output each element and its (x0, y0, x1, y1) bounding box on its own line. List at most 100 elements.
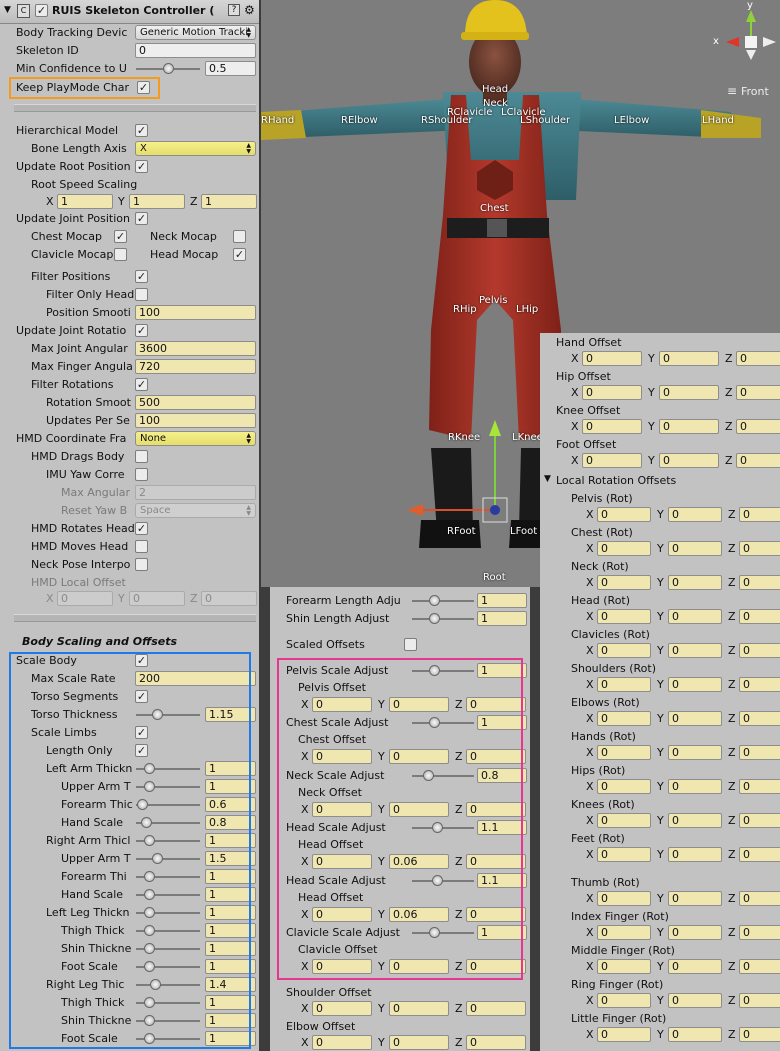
scale-limbs-checkbox[interactable]: ✓ (135, 726, 148, 739)
limb-field[interactable]: 1 (205, 833, 256, 848)
rot-z-field[interactable]: 0 (739, 745, 780, 760)
scale-adjust-field[interactable]: 0.8 (477, 767, 527, 783)
scale-adjust-slider[interactable] (412, 822, 474, 834)
elbow-offset-y-field[interactable]: 0 (389, 1035, 449, 1050)
limb-field[interactable]: 1 (205, 869, 256, 884)
elbow-offset-z-field[interactable]: 0 (466, 1035, 526, 1050)
scale-adjust-slider-thumb[interactable] (428, 717, 440, 729)
offset-x-field[interactable]: 0 (582, 385, 642, 400)
finger-rot-y-field[interactable]: 0 (668, 1027, 722, 1042)
bone-axis-dropdown[interactable]: X ▲ ▼ (135, 141, 256, 156)
scale-adjust-slider[interactable] (412, 769, 474, 781)
finger-rot-x-field[interactable]: 0 (597, 959, 651, 974)
rot-x-field[interactable]: 0 (597, 847, 651, 862)
offset-y-field[interactable]: 0 (389, 959, 449, 974)
scale-adjust-slider-thumb[interactable] (428, 927, 440, 938)
limb-slider[interactable] (136, 853, 200, 864)
finger-rot-z-field[interactable]: 0 (739, 1027, 780, 1042)
rot-x-field[interactable]: 0 (597, 677, 651, 692)
scale-adjust-field[interactable]: 1 (477, 715, 527, 731)
rot-z-field[interactable]: 0 (739, 575, 780, 590)
limb-slider-thumb[interactable] (143, 889, 155, 900)
rot-y-field[interactable]: 0 (668, 541, 722, 556)
torso-thick-field[interactable]: 1.15 (205, 707, 256, 722)
forearm-adj-slider[interactable] (412, 595, 474, 606)
help-icon[interactable]: ? (228, 4, 240, 16)
hmd-drags-checkbox[interactable] (135, 450, 148, 463)
update-joint-pos-checkbox[interactable]: ✓ (135, 212, 148, 225)
rot-x-field[interactable]: 0 (597, 779, 651, 794)
reset-yaw-dropdown[interactable]: Space ▲ ▼ (135, 503, 256, 518)
rot-x-field[interactable]: 0 (597, 575, 651, 590)
limb-field[interactable]: 1 (205, 959, 256, 974)
min-confidence-slider[interactable] (136, 63, 200, 74)
foldout-arrow-icon[interactable]: ▼ (4, 5, 11, 15)
limb-slider[interactable] (136, 817, 200, 828)
rot-y-field[interactable]: 0 (668, 609, 722, 624)
scale-adjust-slider[interactable] (412, 874, 474, 886)
limb-slider[interactable] (136, 997, 200, 1008)
shoulder-offset-z-field[interactable]: 0 (466, 1001, 526, 1016)
torso-thick-slider[interactable] (136, 709, 200, 720)
hmd-moves-checkbox[interactable] (135, 540, 148, 553)
updates-field[interactable]: 100 (135, 413, 256, 428)
torso-seg-checkbox[interactable]: ✓ (135, 690, 148, 703)
hmd-local-y-field[interactable]: 0 (129, 591, 185, 606)
limb-field[interactable]: 1 (205, 779, 256, 794)
rot-x-field[interactable]: 0 (597, 643, 651, 658)
rot-y-field[interactable]: 0 (668, 813, 722, 828)
hmd-local-x-field[interactable]: 0 (57, 591, 113, 606)
finger-rot-y-field[interactable]: 0 (668, 993, 722, 1008)
limb-slider-thumb[interactable] (143, 925, 155, 936)
offset-z-field[interactable]: 0 (466, 854, 526, 870)
shoulder-offset-x-field[interactable]: 0 (312, 1001, 372, 1016)
offset-x-field[interactable]: 0 (582, 453, 642, 468)
rot-z-field[interactable]: 0 (739, 847, 780, 862)
finger-rot-x-field[interactable]: 0 (597, 993, 651, 1008)
scale-adjust-slider[interactable] (412, 927, 474, 938)
rot-z-field[interactable]: 0 (739, 507, 780, 522)
rot-x-field[interactable]: 0 (597, 609, 651, 624)
limb-slider[interactable] (136, 835, 200, 846)
limb-slider-thumb[interactable] (143, 997, 155, 1008)
limb-slider-thumb[interactable] (150, 979, 162, 990)
limb-slider[interactable] (136, 979, 200, 990)
rot-y-field[interactable]: 0 (668, 779, 722, 794)
limb-slider[interactable] (136, 1015, 200, 1026)
limb-field[interactable]: 1 (205, 761, 256, 776)
limb-field[interactable]: 1 (205, 1013, 256, 1028)
offset-y-field[interactable]: 0 (389, 697, 449, 712)
rot-z-field[interactable]: 0 (739, 609, 780, 624)
elbow-offset-x-field[interactable]: 0 (312, 1035, 372, 1050)
rot-y-field[interactable]: 0 (668, 507, 722, 522)
foldout-arrow-icon[interactable]: ▼ (544, 474, 551, 484)
component-header[interactable]: ▼ C ✓ RUIS Skeleton Controller ( ? ⚙ (0, 0, 259, 24)
hmd-rotates-checkbox[interactable]: ✓ (135, 522, 148, 535)
hmd-local-z-field[interactable]: 0 (201, 591, 257, 606)
max-angular-field[interactable]: 2 (135, 485, 256, 500)
limb-slider[interactable] (136, 925, 200, 936)
finger-rot-z-field[interactable]: 0 (739, 925, 780, 940)
rot-y-field[interactable]: 0 (668, 745, 722, 760)
head-mocap-checkbox[interactable]: ✓ (233, 248, 246, 261)
offset-x-field[interactable]: 0 (582, 419, 642, 434)
neck-mocap-checkbox[interactable] (233, 230, 246, 243)
rot-y-field[interactable]: 0 (668, 643, 722, 658)
filter-rot-checkbox[interactable]: ✓ (135, 378, 148, 391)
scale-adjust-slider-thumb[interactable] (431, 822, 443, 834)
update-rot-checkbox[interactable]: ✓ (135, 324, 148, 337)
imu-checkbox[interactable] (135, 468, 148, 481)
keep-playmode-checkbox[interactable]: ✓ (137, 81, 150, 94)
finger-rot-x-field[interactable]: 0 (597, 891, 651, 906)
body-tracking-dropdown[interactable]: Generic Motion Tracki ▲ ▼ (135, 25, 256, 40)
limb-slider-thumb[interactable] (143, 907, 155, 918)
limb-field[interactable]: 1 (205, 887, 256, 902)
rot-smooth-field[interactable]: 500 (135, 395, 256, 410)
shin-adj-field[interactable]: 1 (477, 611, 527, 626)
chest-mocap-checkbox[interactable]: ✓ (114, 230, 127, 243)
rot-y-field[interactable]: 0 (668, 575, 722, 590)
rot-z-field[interactable]: 0 (739, 813, 780, 828)
limb-field[interactable]: 1 (205, 941, 256, 956)
offset-y-field[interactable]: 0 (659, 453, 719, 468)
torso-thick-slider-thumb[interactable] (152, 709, 164, 720)
